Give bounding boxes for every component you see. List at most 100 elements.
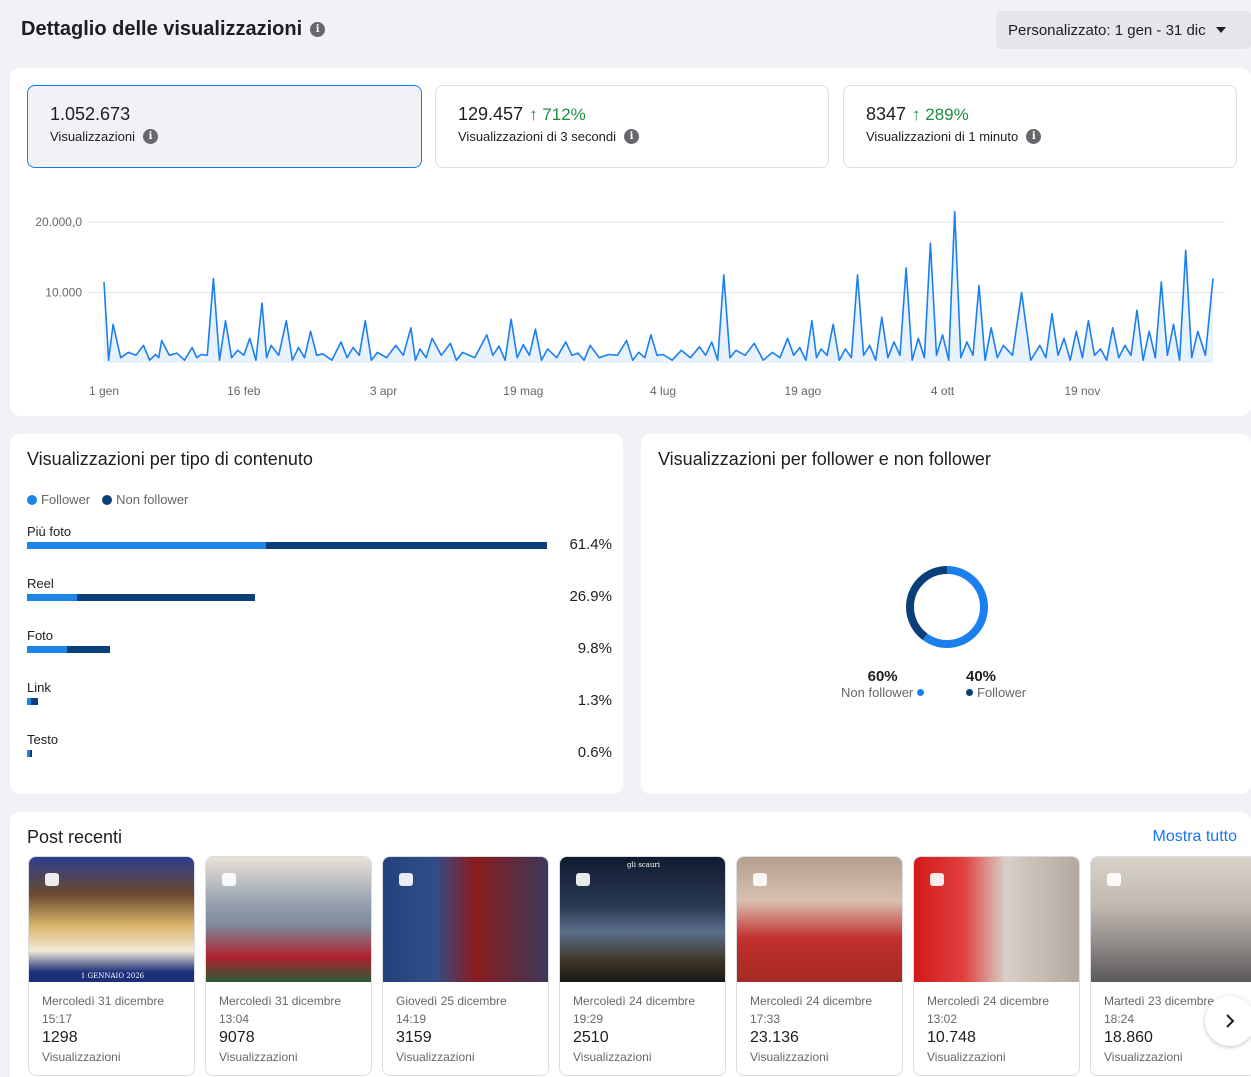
page-header: Dettaglio delle visualizzazioni i Person… xyxy=(0,0,1251,66)
pie-pct: 40% xyxy=(966,668,997,685)
post-date: Mercoledì 31 dicembre 15:17 xyxy=(42,992,192,1028)
bar-segment-non-follower xyxy=(31,698,38,705)
post-views-label: Visualizzazioni xyxy=(42,1050,121,1064)
bar-segment-non-follower xyxy=(29,750,33,757)
recent-post-card[interactable]: 1 GENNAIO 2026 Mercoledì 31 dicembre 15:17… xyxy=(28,856,195,1076)
recent-post-card[interactable]: gli scauri Mercoledì 24 dicembre 19:29 2510… xyxy=(559,856,726,1076)
x-tick-label: 1 gen xyxy=(89,384,119,398)
reel-icon xyxy=(1107,873,1121,886)
date-range-label: Personalizzato: 1 gen - 31 dic xyxy=(1008,21,1206,39)
x-tick-label: 4 ott xyxy=(931,384,955,398)
metric-label: Visualizzazioni xyxy=(50,129,136,144)
info-icon[interactable]: i xyxy=(624,129,640,144)
info-icon[interactable]: i xyxy=(1026,129,1042,144)
post-thumbnail xyxy=(1091,857,1251,982)
photo-icon xyxy=(222,873,236,886)
bar-track xyxy=(27,594,255,601)
content-type-bar-row[interactable]: Reel 26.9% xyxy=(27,576,612,628)
post-views-label: Visualizzazioni xyxy=(573,1050,652,1064)
pie-name: Non follower xyxy=(841,685,914,700)
page-title-text: Dettaglio delle visualizzazioni xyxy=(21,18,303,40)
bar-segment-follower xyxy=(27,542,267,549)
caret-down-icon xyxy=(1215,27,1226,33)
bar-segment-non-follower xyxy=(266,542,547,549)
carousel-next-button[interactable] xyxy=(1205,996,1251,1046)
views-follower-card: Visualizzazioni per follower e non follo… xyxy=(641,434,1251,794)
recent-post-card[interactable]: Mercoledì 24 dicembre 13:02 10.748 Visualiz… xyxy=(913,856,1080,1076)
post-date-day: Mercoledì 24 dicembre xyxy=(750,994,873,1008)
recent-post-card[interactable]: Mercoledì 24 dicembre 17:33 23.136 Visualiz… xyxy=(736,856,903,1076)
post-date-time: 15:17 xyxy=(42,1012,73,1026)
metric-1min-views[interactable]: 8347 ↑ 289% Visualizzazioni di 1 minuto i xyxy=(843,85,1237,168)
metric-label: Visualizzazioni di 1 minuto xyxy=(866,129,1019,144)
thumbnail-caption: 1 GENNAIO 2026 xyxy=(80,972,145,980)
x-tick-label: 19 nov xyxy=(1064,384,1100,398)
post-date-time: 19:29 xyxy=(573,1012,604,1026)
section-title: Post recenti xyxy=(27,827,123,847)
legend-dot xyxy=(966,689,973,696)
post-date-day: Mercoledì 24 dicembre xyxy=(927,994,1050,1008)
post-thumbnail xyxy=(206,857,371,982)
bar-segment-follower xyxy=(27,646,67,653)
recent-post-card[interactable]: Mercoledì 31 dicembre 13:04 9078 Visualizza… xyxy=(205,856,372,1076)
metric-3s-views[interactable]: 129.457 ↑ 712% Visualizzazioni di 3 secon… xyxy=(435,85,829,168)
bar-segment-follower xyxy=(27,594,78,601)
reel-icon xyxy=(753,873,767,886)
posts-carousel: Martedì 23 dicembre 18:24 18.860 Visualizza… xyxy=(28,856,1251,1077)
pie-label-follower: 40% Follower xyxy=(966,668,1026,700)
recent-posts-card: Post recenti Mostra tutto Martedì 23 dic… xyxy=(10,812,1251,1077)
bar-segment-non-follower xyxy=(66,646,110,653)
legend-label: Follower xyxy=(41,492,91,507)
legend-follower: Follower xyxy=(27,492,90,507)
follower-donut-chart[interactable] xyxy=(904,564,990,650)
recent-post-card[interactable]: Giovedì 25 dicembre 14:19 3159 Visualizzazi… xyxy=(382,856,549,1076)
post-views-label: Visualizzazioni xyxy=(1104,1050,1183,1064)
date-range-dropdown[interactable]: Personalizzato: 1 gen - 31 dic xyxy=(996,11,1251,49)
reel-icon xyxy=(930,873,944,886)
content-type-bar-row[interactable]: Foto 9.8% xyxy=(27,628,612,680)
series-area xyxy=(104,211,1213,363)
x-tick-label: 4 lug xyxy=(650,384,676,398)
bar-track xyxy=(27,750,33,757)
x-tick-label: 3 apr xyxy=(370,384,397,398)
info-icon[interactable]: i xyxy=(143,129,159,144)
post-thumbnail xyxy=(383,857,548,982)
post-date: Mercoledì 24 dicembre 19:29 xyxy=(573,992,723,1028)
post-date-day: Mercoledì 31 dicembre xyxy=(42,994,165,1008)
views-line-chart[interactable]: 10.000 20.000,0 1 gen 16 feb 3 apr 19 mag 4 lu… xyxy=(10,198,1251,416)
post-date-time: 13:04 xyxy=(219,1012,250,1026)
chevron-right-icon xyxy=(1226,1014,1235,1028)
content-type-pct: 0.6% xyxy=(577,744,612,761)
content-type-pct: 61.4% xyxy=(569,536,612,553)
pie-pct: 60% xyxy=(867,668,898,685)
bar-segment-non-follower xyxy=(77,594,255,601)
content-type-pct: 26.9% xyxy=(569,588,612,605)
content-type-bar-row[interactable]: Link 1.3% xyxy=(27,680,612,732)
content-type-bar-row[interactable]: Testo 0.6% xyxy=(27,732,612,784)
photo-icon xyxy=(576,873,590,886)
post-views-count: 9078 xyxy=(219,1029,255,1046)
post-date: Mercoledì 24 dicembre 13:02 xyxy=(927,992,1077,1028)
x-tick-label: 19 mag xyxy=(503,384,543,398)
x-tick-label: 19 ago xyxy=(784,384,821,398)
post-date-time: 17:33 xyxy=(750,1012,781,1026)
section-title: Visualizzazioni per tipo di contenuto xyxy=(27,449,313,469)
post-thumbnail xyxy=(737,857,902,982)
post-thumbnail: gli scauri xyxy=(560,857,725,982)
post-views-label: Visualizzazioni xyxy=(750,1050,829,1064)
show-all-link[interactable]: Mostra tutto xyxy=(1153,828,1237,846)
post-date: Giovedì 25 dicembre 14:19 xyxy=(396,992,546,1028)
info-icon[interactable]: i xyxy=(310,22,326,37)
content-type-label: Reel xyxy=(27,576,54,591)
metric-views[interactable]: 1.052.673 Visualizzazioni i xyxy=(27,85,422,168)
content-type-label: Link xyxy=(27,680,51,695)
post-thumbnail: 1 GENNAIO 2026 xyxy=(29,857,194,982)
pie-name: Follower xyxy=(977,685,1027,700)
series-line xyxy=(103,210,1214,361)
section-title: Visualizzazioni per follower e non follo… xyxy=(658,449,991,469)
page-title: Dettaglio delle visualizzazioni i xyxy=(21,18,326,41)
metric-value: 129.457 xyxy=(458,104,524,124)
reel-icon xyxy=(399,873,413,886)
metric-label: Visualizzazioni di 3 secondi xyxy=(458,129,617,144)
content-type-bar-row[interactable]: Più foto 61.4% xyxy=(27,524,612,576)
